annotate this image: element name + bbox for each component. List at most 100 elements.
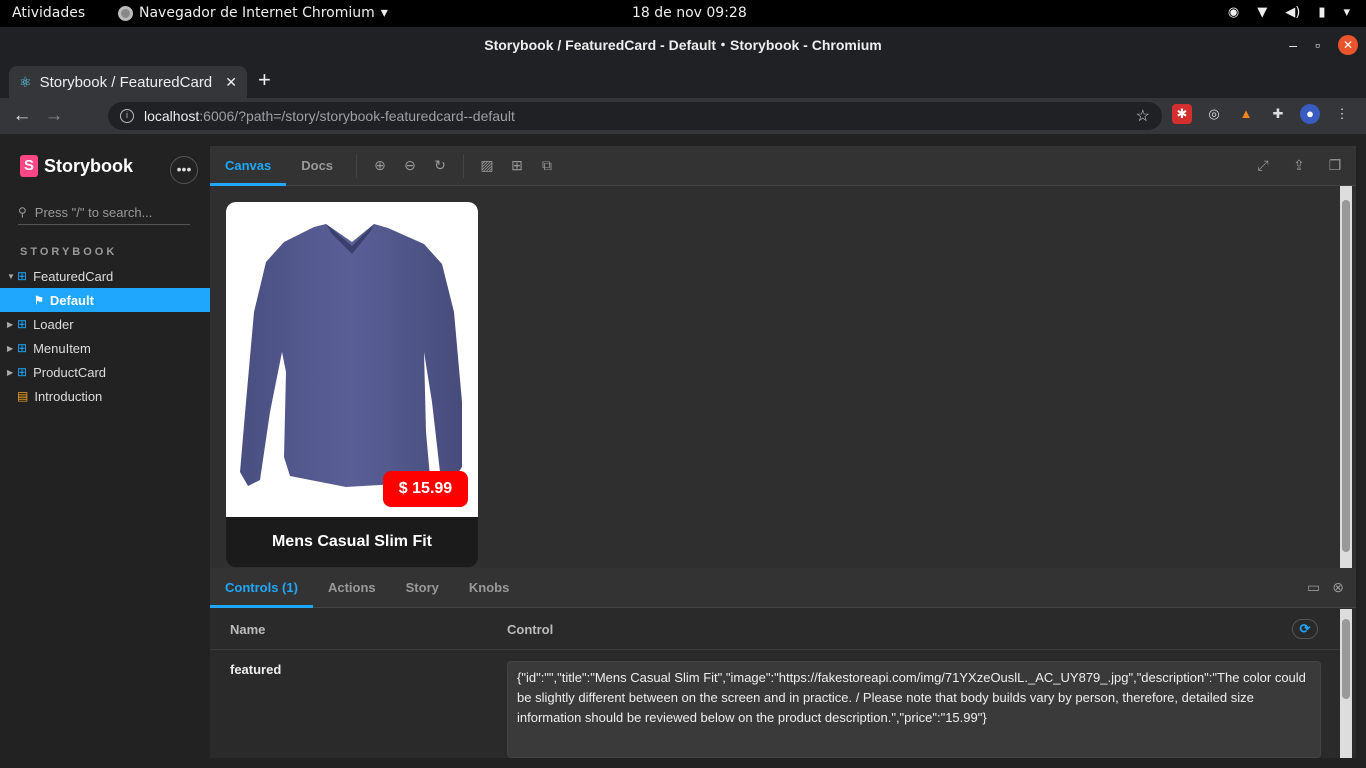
- sidebar-item-menuitem[interactable]: ▶ ⊞ MenuItem: [0, 336, 210, 360]
- url-host: localhost: [144, 108, 200, 124]
- sidebar-item-label: MenuItem: [33, 340, 91, 356]
- window-title: Storybook / FeaturedCard - Default・Story…: [484, 37, 882, 53]
- new-tab-button[interactable]: +: [258, 69, 271, 91]
- shirt-image: [240, 224, 462, 487]
- canvas-scrollbar[interactable]: [1340, 186, 1352, 568]
- extension-red-icon[interactable]: ✱: [1172, 104, 1192, 124]
- zoom-out-icon[interactable]: ⊖: [395, 157, 425, 174]
- sidebar-item-label: FeaturedCard: [33, 268, 114, 284]
- component-icon: ⊞: [17, 317, 28, 331]
- caret-down-icon: ▼: [7, 271, 15, 281]
- tab-actions[interactable]: Actions: [313, 568, 391, 608]
- scrollbar-thumb[interactable]: [1342, 619, 1350, 699]
- component-icon: ⊞: [17, 341, 28, 355]
- browser-toolbar: ← → i localhost:6006/?path=/story/storyb…: [0, 98, 1366, 134]
- storybook-sidebar: S Storybook ••• ⚲ Press "/" to search... S…: [0, 134, 210, 768]
- address-bar[interactable]: i localhost:6006/?path=/story/storybook-…: [108, 102, 1162, 130]
- sidebar-menu-button[interactable]: •••: [170, 156, 198, 184]
- sidebar-item-featuredcard[interactable]: ▼ ⊞ FeaturedCard: [0, 264, 210, 288]
- zoom-in-icon[interactable]: ⊕: [365, 157, 395, 174]
- react-icon: ⚛: [19, 73, 32, 90]
- app-menu[interactable]: Navegador de Internet Chromium ▾: [118, 5, 388, 21]
- storybook-logo[interactable]: S Storybook: [20, 155, 133, 177]
- close-panel-icon[interactable]: ⊗: [1332, 579, 1344, 596]
- grid-icon[interactable]: ⊞: [502, 157, 532, 174]
- chevron-down-icon: ▾: [380, 5, 388, 21]
- close-window-button[interactable]: ✕: [1338, 35, 1358, 55]
- tab-docs[interactable]: Docs: [286, 146, 348, 186]
- system-tray[interactable]: ◉ ▼ ◀) ▮ ▾: [1228, 5, 1350, 20]
- extensions: ✱ ◎ ▲ ✚ ● ⋮: [1172, 104, 1352, 124]
- extension-target-icon[interactable]: ◎: [1204, 104, 1224, 124]
- preview-area: Canvas Docs ⊕ ⊖ ↻ ▨ ⊞ ⧉ ⤢ ⇪ ❐ $ 15.99 Me…: [210, 146, 1356, 758]
- clock[interactable]: 18 de nov 09:28: [632, 5, 747, 21]
- puzzle-extensions-icon[interactable]: ✚: [1268, 104, 1288, 124]
- card-title: Mens Casual Slim Fit: [271, 533, 433, 550]
- document-icon: ▤: [17, 389, 29, 403]
- background-icon[interactable]: ▨: [472, 157, 502, 174]
- tab-label: Storybook / FeaturedCard: [39, 73, 213, 91]
- activities-button[interactable]: Atividades: [12, 5, 85, 21]
- profile-avatar[interactable]: ●: [1300, 104, 1320, 124]
- featured-json-field[interactable]: {"id":"","title":"Mens Casual Slim Fit",…: [507, 661, 1321, 758]
- os-top-bar: Atividades Navegador de Internet Chromiu…: [0, 0, 1366, 27]
- chevron-down-icon[interactable]: ▾: [1343, 5, 1350, 20]
- sidebar-item-default[interactable]: ⚑ Default: [0, 288, 210, 312]
- tab-strip: ⚛ Storybook / FeaturedCard ✕ +: [0, 63, 1366, 98]
- battery-icon[interactable]: ▮: [1318, 5, 1325, 20]
- bookmark-icon: ⚑: [34, 294, 44, 307]
- search-placeholder: Press "/" to search...: [34, 204, 153, 220]
- scrollbar-thumb[interactable]: [1342, 200, 1350, 552]
- window-title-bar: Storybook / FeaturedCard - Default・Story…: [0, 27, 1366, 63]
- component-icon: ⊞: [17, 269, 28, 283]
- fullscreen-icon[interactable]: ⤢: [1248, 157, 1278, 174]
- tab-controls[interactable]: Controls (1): [210, 568, 313, 608]
- tab-knobs[interactable]: Knobs: [454, 568, 524, 608]
- section-heading: STORYBOOK: [20, 246, 118, 258]
- panel-orientation-icon[interactable]: ▭: [1307, 579, 1320, 596]
- controls-table-header: Name Control ⟳: [210, 609, 1340, 650]
- sidebar-item-label: Default: [49, 292, 94, 308]
- panel-scrollbar[interactable]: [1340, 609, 1352, 758]
- caret-right-icon: ▶: [7, 319, 14, 329]
- search-input[interactable]: ⚲ Press "/" to search...: [18, 200, 190, 225]
- tab-canvas[interactable]: Canvas: [210, 146, 287, 186]
- storybook-icon: S: [20, 155, 38, 177]
- product-image: [226, 202, 478, 517]
- open-new-tab-icon[interactable]: ⇪: [1284, 157, 1314, 174]
- forward-button[interactable]: →: [38, 105, 70, 127]
- sidebar-item-label: ProductCard: [33, 364, 107, 380]
- addons-panel: Controls (1) Actions Story Knobs ▭ ⊗ Nam…: [210, 568, 1356, 758]
- copy-link-icon[interactable]: ❐: [1320, 157, 1350, 174]
- volume-icon[interactable]: ◀): [1285, 5, 1300, 20]
- column-control: Control: [507, 622, 554, 637]
- bookmark-star-icon[interactable]: ☆: [1136, 106, 1150, 126]
- more-menu-icon[interactable]: ⋮: [1332, 104, 1352, 124]
- caret-right-icon: ▶: [7, 343, 14, 353]
- story-tree: ▼ ⊞ FeaturedCard ⚑ Default ▶ ⊞ Loader ▶ ⊞ MenuI…: [0, 264, 210, 408]
- zoom-reset-icon[interactable]: ↻: [425, 157, 455, 174]
- caret-right-icon: ▶: [7, 367, 14, 377]
- app-name: Navegador de Internet Chromium: [139, 5, 375, 21]
- info-icon[interactable]: i: [120, 109, 134, 123]
- sidebar-item-productcard[interactable]: ▶ ⊞ ProductCard: [0, 360, 210, 384]
- sidebar-item-label: Introduction: [34, 388, 103, 404]
- maximize-icon[interactable]: ▫: [1315, 27, 1320, 63]
- featured-card[interactable]: $ 15.99 Mens Casual Slim Fit: [226, 202, 478, 567]
- reset-controls-icon[interactable]: ⟳: [1292, 619, 1318, 639]
- sidebar-item-introduction[interactable]: ▤ Introduction: [0, 384, 210, 408]
- back-button[interactable]: ←: [6, 105, 38, 127]
- control-row-name: featured: [230, 662, 282, 677]
- minimize-icon[interactable]: –: [1289, 27, 1297, 63]
- tab-story[interactable]: Story: [391, 568, 454, 608]
- outline-icon[interactable]: ⧉: [532, 157, 562, 174]
- sidebar-item-loader[interactable]: ▶ ⊞ Loader: [0, 312, 210, 336]
- steam-icon[interactable]: ◉: [1228, 5, 1239, 20]
- wifi-icon[interactable]: ▼: [1257, 5, 1267, 20]
- price-badge: $ 15.99: [383, 471, 468, 507]
- browser-tab[interactable]: ⚛ Storybook / FeaturedCard ✕: [9, 66, 247, 98]
- story-canvas: $ 15.99 Mens Casual Slim Fit: [210, 186, 1356, 568]
- preview-toolbar: Canvas Docs ⊕ ⊖ ↻ ▨ ⊞ ⧉ ⤢ ⇪ ❐: [210, 146, 1356, 186]
- close-tab-icon[interactable]: ✕: [225, 74, 237, 91]
- metamask-fox-icon[interactable]: ▲: [1236, 104, 1256, 124]
